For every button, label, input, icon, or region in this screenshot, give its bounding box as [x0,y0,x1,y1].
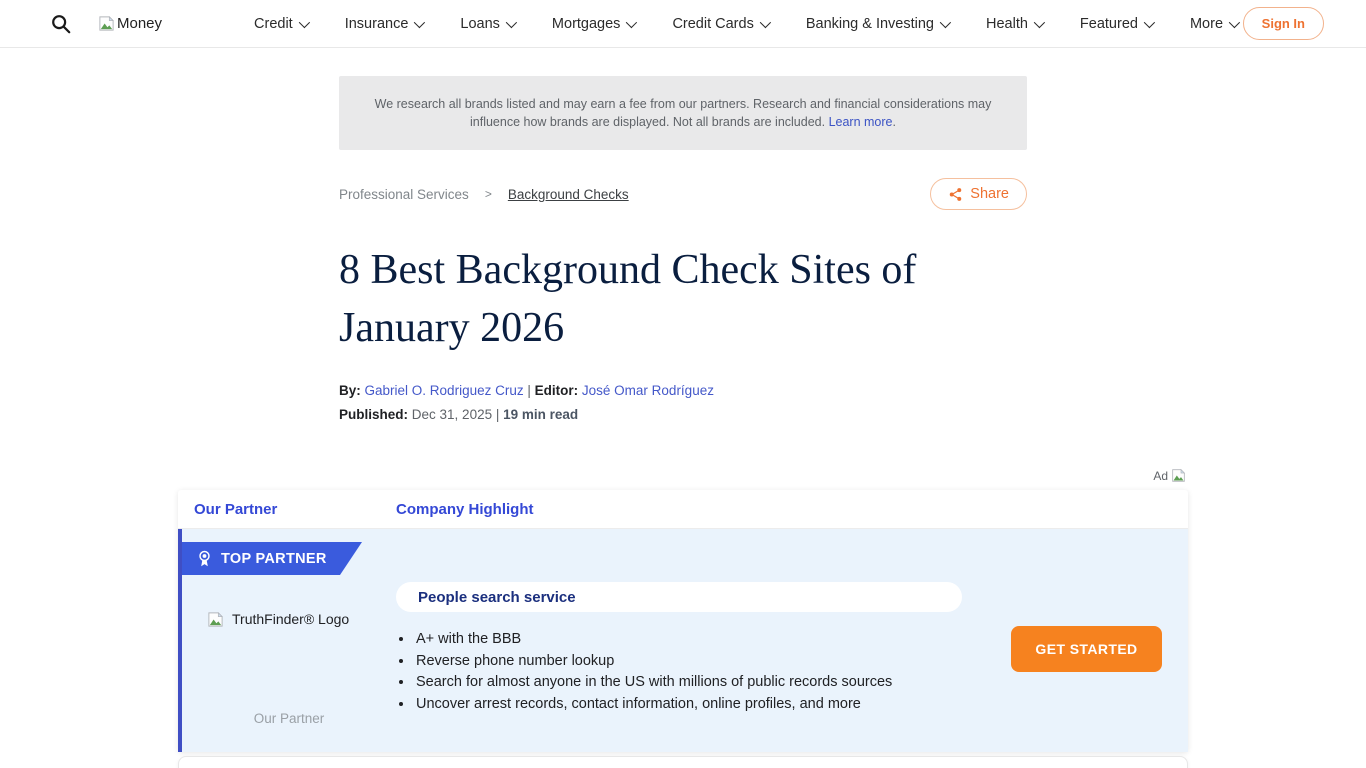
feature-item: Search for almost anyone in the US with … [414,672,892,694]
main-nav: Credit Insurance Loans Mortgages Credit … [254,16,1237,32]
nav-item-featured[interactable]: Featured [1080,16,1152,32]
chevron-down-icon [298,16,309,27]
nav-item-health[interactable]: Health [986,16,1042,32]
feature-item: Reverse phone number lookup [414,651,892,673]
breadcrumb-separator: > [485,187,492,201]
broken-image-icon [1171,468,1186,483]
next-partner-row-partial [178,756,1188,768]
chevron-down-icon [414,16,425,27]
by-label: By: [339,383,361,398]
author-link[interactable]: Gabriel O. Rodriguez Cruz [365,383,524,398]
search-icon[interactable] [50,13,72,35]
chevron-down-icon [760,16,771,27]
published-label: Published: [339,407,408,422]
publine-divider: | [496,407,500,422]
broken-image-icon [98,15,115,32]
nav-label: Insurance [345,16,409,32]
nav-label: More [1190,16,1223,32]
nav-item-insurance[interactable]: Insurance [345,16,423,32]
column-header-our-partner: Our Partner [178,501,396,518]
page-title: 8 Best Background Check Sites of January… [339,241,1027,357]
chevron-down-icon [940,16,951,27]
partner-comparison-table: Our Partner Company Highlight TOP PARTNE… [178,490,1188,752]
editor-link[interactable]: José Omar Rodríguez [582,383,714,398]
logo-alt-text: Money [117,15,162,32]
nav-item-mortgages[interactable]: Mortgages [552,16,635,32]
get-started-button[interactable]: GET STARTED [1011,626,1162,672]
breadcrumb-parent-link[interactable]: Professional Services [339,187,469,202]
sign-in-button[interactable]: Sign In [1243,7,1324,40]
breadcrumb: Professional Services > Background Check… [339,187,629,202]
share-button[interactable]: Share [930,178,1027,210]
top-partner-row: TOP PARTNER TruthFinder® Logo Our Partne… [178,529,1188,752]
disclaimer-suffix: . [893,115,896,129]
company-highlight-pill: People search service [396,582,962,612]
breadcrumb-current-link[interactable]: Background Checks [508,187,629,202]
partner-logo[interactable]: TruthFinder® Logo [207,611,377,628]
nav-label: Banking & Investing [806,16,934,32]
chevron-down-icon [626,16,637,27]
chevron-down-icon [506,16,517,27]
column-header-company-highlight: Company Highlight [396,501,534,518]
affiliate-disclaimer: We research all brands listed and may ea… [339,76,1027,150]
nav-item-loans[interactable]: Loans [460,16,514,32]
nav-label: Credit Cards [672,16,753,32]
nav-label: Mortgages [552,16,621,32]
chevron-down-icon [1034,16,1045,27]
breadcrumb-row: Professional Services > Background Check… [339,178,1027,210]
nav-item-credit-cards[interactable]: Credit Cards [672,16,767,32]
top-partner-badge: TOP PARTNER [182,542,362,575]
editor-label: Editor: [535,383,579,398]
partner-logo-alt-text: TruthFinder® Logo [232,611,349,627]
read-time: 19 min read [503,407,578,422]
byline-divider: | [527,383,531,398]
broken-image-icon [207,611,224,628]
chevron-down-icon [1229,16,1240,27]
feature-item: Uncover arrest records, contact informat… [414,694,892,716]
learn-more-link[interactable]: Learn more [829,115,893,129]
byline: By: Gabriel O. Rodriguez Cruz | Editor: … [339,383,1027,398]
our-partner-caption: Our Partner [182,711,396,726]
chevron-down-icon [1144,16,1155,27]
published-line: Published: Dec 31, 2025 | 19 min read [339,407,1027,422]
published-date: Dec 31, 2025 [412,407,492,422]
top-partner-label: TOP PARTNER [221,551,327,567]
money-logo[interactable]: Money [98,15,162,32]
nav-item-banking-investing[interactable]: Banking & Investing [806,16,948,32]
ad-label-row: Ad [178,468,1188,483]
nav-label: Featured [1080,16,1138,32]
partner-feature-list: A+ with the BBB Reverse phone number loo… [414,629,892,715]
nav-item-credit[interactable]: Credit [254,16,307,32]
share-icon [948,187,963,202]
feature-item: A+ with the BBB [414,629,892,651]
top-navigation-bar: Money Credit Insurance Loans Mortgages C… [0,0,1366,48]
table-header-row: Our Partner Company Highlight [178,490,1188,529]
disclaimer-text: We research all brands listed and may ea… [375,97,992,129]
nav-label: Loans [460,16,500,32]
nav-label: Credit [254,16,293,32]
nav-label: Health [986,16,1028,32]
share-label: Share [970,186,1009,202]
ad-label: Ad [1153,469,1168,483]
award-ribbon-icon [197,550,212,568]
nav-item-more[interactable]: More [1190,16,1237,32]
